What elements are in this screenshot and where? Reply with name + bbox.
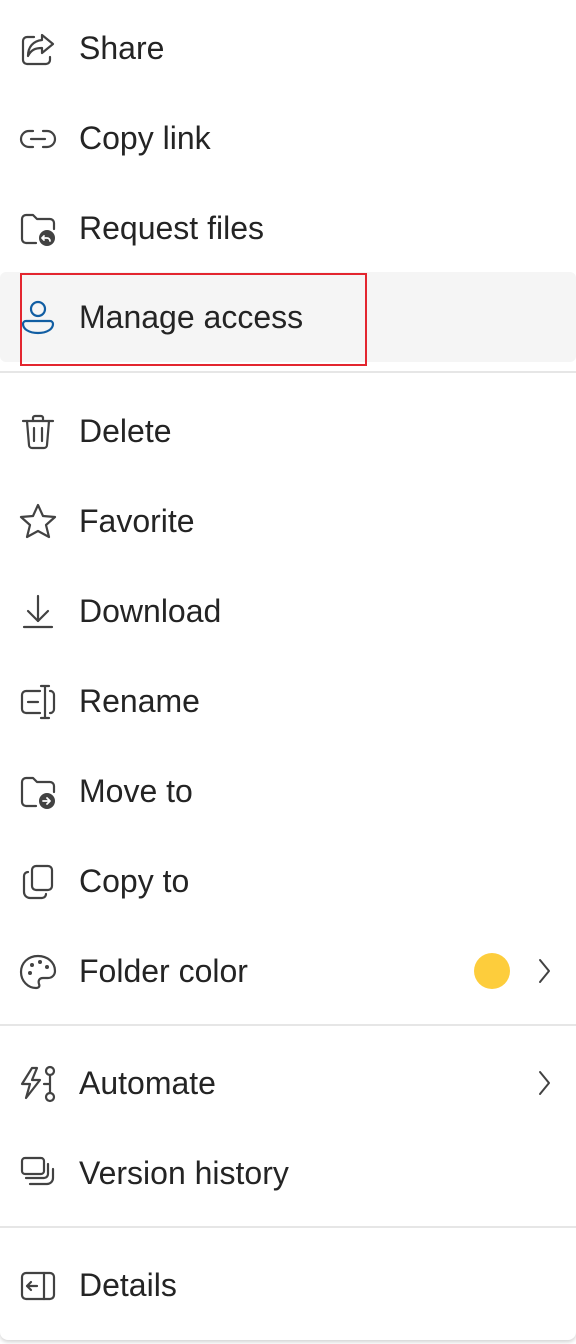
download-icon <box>18 592 58 632</box>
automate-icon <box>18 1064 58 1104</box>
chevron-right-icon <box>534 1069 554 1097</box>
menu-item-copy-to[interactable]: Copy to <box>0 836 576 926</box>
menu-item-move-to[interactable]: Move to <box>0 746 576 836</box>
menu-item-label: Copy to <box>79 863 190 899</box>
palette-icon <box>18 952 58 992</box>
star-icon <box>18 502 58 542</box>
menu-item-label: Favorite <box>79 503 195 539</box>
chevron-right-icon <box>534 957 554 985</box>
menu-item-label: Request files <box>79 210 264 246</box>
menu-item-rename[interactable]: Rename <box>0 656 576 746</box>
folder-request-icon <box>18 209 58 249</box>
menu-item-share[interactable]: Share <box>0 3 576 93</box>
trash-icon <box>18 412 58 452</box>
menu-item-copy-link[interactable]: Copy link <box>0 93 576 183</box>
details-icon <box>18 1266 58 1306</box>
menu-item-automate[interactable]: Automate <box>0 1038 576 1128</box>
divider <box>0 1024 576 1026</box>
menu-item-label: Folder color <box>79 953 248 989</box>
menu-item-label: Rename <box>79 683 200 719</box>
menu-item-delete[interactable]: Delete <box>0 386 576 476</box>
menu-item-label: Download <box>79 593 222 629</box>
rename-icon <box>18 682 58 722</box>
menu-item-label: Delete <box>79 413 172 449</box>
menu-item-favorite[interactable]: Favorite <box>0 476 576 566</box>
menu-item-download[interactable]: Download <box>0 566 576 656</box>
copy-icon <box>18 862 58 902</box>
menu-item-label: Manage access <box>79 299 304 335</box>
person-icon <box>18 298 58 338</box>
folder-move-icon <box>18 772 58 812</box>
menu-item-manage-access[interactable]: Manage access <box>0 272 576 362</box>
divider <box>0 1226 576 1228</box>
folder-color-swatch <box>474 953 510 989</box>
history-icon <box>18 1154 58 1194</box>
menu-item-label: Share <box>79 30 165 66</box>
menu-item-label: Copy link <box>79 120 211 156</box>
share-icon <box>18 29 58 69</box>
context-menu: Share Copy link Request files Manage acc… <box>0 0 576 1340</box>
menu-item-version-history[interactable]: Version history <box>0 1128 576 1218</box>
menu-item-label: Details <box>79 1267 177 1303</box>
menu-item-label: Automate <box>79 1065 216 1101</box>
link-icon <box>18 119 58 159</box>
menu-item-request-files[interactable]: Request files <box>0 183 576 273</box>
menu-item-label: Move to <box>79 773 193 809</box>
menu-item-label: Version history <box>79 1155 289 1191</box>
divider <box>0 371 576 373</box>
menu-item-details[interactable]: Details <box>0 1240 576 1330</box>
